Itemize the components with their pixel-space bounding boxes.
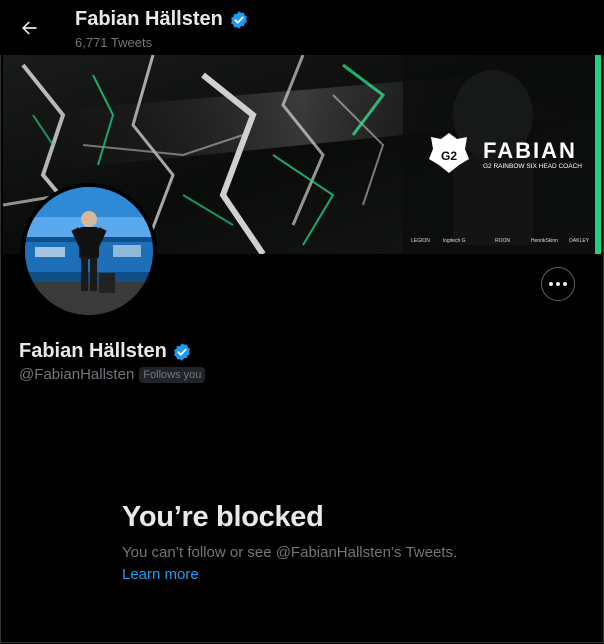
back-button[interactable] <box>13 12 45 44</box>
header-title: Fabian Hällsten <box>75 8 249 31</box>
avatar[interactable] <box>21 183 157 319</box>
verified-badge-icon <box>173 342 190 361</box>
more-dot <box>556 282 560 286</box>
banner-subtitle: G2 RAINBOW SIX HEAD COACH <box>483 163 582 170</box>
verified-badge-icon <box>230 10 247 29</box>
sponsor-3: ROON <box>495 238 510 244</box>
more-button[interactable] <box>541 267 575 301</box>
sponsor-2: logitech G <box>443 238 466 244</box>
more-dots-icon <box>549 282 553 286</box>
profile-header: Fabian Hällsten 6,771 Tweets <box>0 0 604 55</box>
avatar-image <box>25 187 153 315</box>
profile-name-row: Fabian Hällsten <box>19 340 192 363</box>
banner-brand: FABIAN <box>483 138 577 163</box>
more-dot <box>563 282 567 286</box>
follows-you-badge: Follows you <box>139 366 206 383</box>
tweet-count: 6,771 Tweets <box>75 35 153 50</box>
learn-more-link[interactable]: Learn more <box>122 566 199 583</box>
arrow-left-icon <box>22 21 37 35</box>
blocked-notice: You’re blocked You can’t follow or see @… <box>122 501 542 584</box>
blocked-message: You can’t follow or see @FabianHallsten’… <box>122 544 458 561</box>
profile-handle: @FabianHallsten <box>19 366 135 383</box>
sponsor-1: LEGION <box>411 238 430 244</box>
profile-name: Fabian Hällsten <box>19 340 167 362</box>
header-name: Fabian Hällsten <box>75 8 223 30</box>
svg-text:G2: G2 <box>441 149 457 163</box>
sponsor-5: OAKLEY <box>569 238 590 244</box>
handle-row: @FabianHallsten Follows you <box>19 366 206 383</box>
sponsor-4: HenrikSkinn <box>531 238 558 244</box>
blocked-title: You’re blocked <box>122 501 324 533</box>
